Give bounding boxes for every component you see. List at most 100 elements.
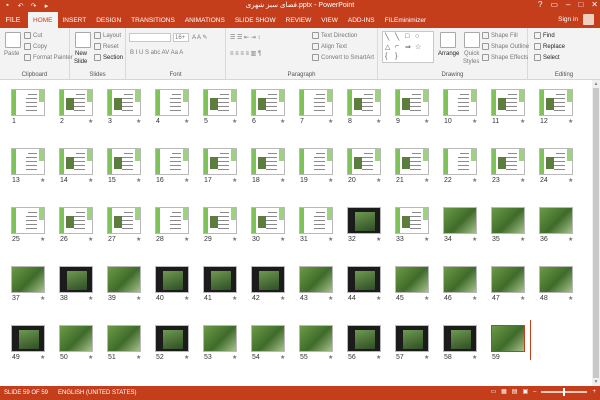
slide-thumbnail[interactable]: 15 ★ [107,148,147,192]
slide-thumbnail[interactable]: 4 ★ [155,89,195,133]
cut-button[interactable]: Cut [24,32,42,39]
slide-thumbnail[interactable]: 26 ★ [59,207,99,251]
shape-triangle-icon[interactable]: △ [385,43,390,51]
shape-oval-icon[interactable]: ○ [415,33,419,40]
format-painter-button[interactable]: Format Painter [24,54,73,61]
slide-thumbnail[interactable]: 59 [491,325,531,369]
text-direction-button[interactable]: Text Direction [312,32,357,39]
slide-thumbnail[interactable]: 6 ★ [251,89,291,133]
tab-home[interactable]: HOME [28,12,58,28]
slide-thumbnail[interactable]: 8 ★ [347,89,387,133]
align-text-button[interactable]: Align Text [312,43,347,50]
slide-thumbnail[interactable]: 2 ★ [59,89,99,133]
slide-thumbnail[interactable]: 35 ★ [491,207,531,251]
slide-thumbnail[interactable]: 48 ★ [539,266,579,310]
slide-thumbnail[interactable]: 20 ★ [347,148,387,192]
tab-animations[interactable]: ANIMATIONS [180,12,230,28]
shape-line-icon[interactable]: ╲ [385,33,389,41]
slide-thumbnail[interactable]: 54 ★ [251,325,291,369]
slide-thumbnail[interactable]: 1 [11,89,51,133]
vertical-scrollbar[interactable]: ▲ ▼ [592,80,600,386]
list-buttons[interactable]: ☰ ☰ ⇤ ⇥ ↕ [230,34,260,41]
shape-outline-button[interactable]: Shape Outline [482,43,529,50]
slide-thumbnail[interactable]: 42 ★ [251,266,291,310]
scroll-up-icon[interactable]: ▲ [593,81,599,87]
slide-thumbnail[interactable]: 16 ★ [155,148,195,192]
close-icon[interactable]: ✕ [591,0,598,9]
slide-thumbnail[interactable]: 51 ★ [107,325,147,369]
slide-thumbnail[interactable]: 46 ★ [443,266,483,310]
slide-thumbnail[interactable]: 36 ★ [539,207,579,251]
slide-thumbnail[interactable]: 39 ★ [107,266,147,310]
section-button[interactable]: Section [94,54,123,61]
slide-sorter-view-icon[interactable]: ▦ [501,388,507,395]
tab-fileminimizer[interactable]: FILEminimizer [380,12,432,28]
tab-add-ins[interactable]: ADD-INS [343,12,380,28]
slide-thumbnail[interactable]: 47 ★ [491,266,531,310]
slide-thumbnail[interactable]: 52 ★ [155,325,195,369]
slide-thumbnail[interactable]: 24 ★ [539,148,579,192]
avatar[interactable] [583,14,594,25]
slide-thumbnail[interactable]: 10 ★ [443,89,483,133]
slide-thumbnail[interactable]: 38 ★ [59,266,99,310]
reset-button[interactable]: Reset [94,43,119,50]
slide-thumbnail[interactable]: 34 ★ [443,207,483,251]
new-slide-icon[interactable] [75,32,91,48]
convert-smartart-button[interactable]: Convert to SmartArt [312,54,374,61]
tab-view[interactable]: VIEW [316,12,343,28]
slide-thumbnail[interactable]: 49 ★ [11,325,51,369]
slide-thumbnail[interactable]: 9 ★ [395,89,435,133]
find-button[interactable]: Find [534,32,555,39]
slide-thumbnail[interactable]: 3 ★ [107,89,147,133]
arrange-icon[interactable] [440,32,456,48]
new-slide-button-line2[interactable]: Slide [74,59,87,65]
slide-thumbnail[interactable]: 22 ★ [443,148,483,192]
align-buttons[interactable]: ≡ ≡ ≡ ≡ ▥ ¶ [230,50,261,57]
font-format-buttons[interactable]: B I U S abc AV Aa A [130,50,183,56]
slide-thumbnail[interactable]: 21 ★ [395,148,435,192]
shapes-gallery[interactable]: ╲ ╲ □ ○ △ ⌐ ⇒ ☆ { } [382,31,434,63]
font-grow-shrink[interactable]: A A ✎ [192,34,207,41]
shape-block-arrow-icon[interactable]: ⇒ [405,43,411,51]
maximize-icon[interactable]: □ [578,0,583,9]
slide-thumbnail[interactable]: 53 ★ [203,325,243,369]
slide-thumbnail[interactable]: 18 ★ [251,148,291,192]
arrange-button[interactable]: Arrange [438,51,459,57]
shape-star-icon[interactable]: ☆ [415,43,421,51]
reading-view-icon[interactable]: ▤ [512,388,518,395]
slide-thumbnail[interactable]: 25 ★ [11,207,51,251]
paste-icon[interactable] [5,32,21,48]
replace-button[interactable]: Replace [534,43,565,50]
slide-thumbnail[interactable]: 12 ★ [539,89,579,133]
slide-thumbnail[interactable]: 55 ★ [299,325,339,369]
quick-styles-button[interactable]: Quick [464,51,479,57]
tab-insert[interactable]: INSERT [58,12,92,28]
slide-thumbnail[interactable]: 19 ★ [299,148,339,192]
new-slide-button[interactable]: New [75,51,87,57]
slide-thumbnail[interactable]: 56 ★ [347,325,387,369]
slide-thumbnail[interactable]: 28 ★ [155,207,195,251]
slide-thumbnail[interactable]: 41 ★ [203,266,243,310]
slide-thumbnail[interactable]: 14 ★ [59,148,99,192]
tab-slide-show[interactable]: SLIDE SHOW [230,12,281,28]
quick-styles-icon[interactable] [464,32,480,48]
select-button[interactable]: Select [534,54,560,61]
shape-arrow-icon[interactable]: ╲ [395,33,399,41]
slide-thumbnail[interactable]: 13 ★ [11,148,51,192]
sign-in-link[interactable]: Sign in [558,16,578,23]
tab-file[interactable]: FILE [0,12,26,28]
slide-thumbnail[interactable]: 27 ★ [107,207,147,251]
tab-design[interactable]: DESIGN [91,12,126,28]
font-name-box[interactable] [129,33,171,42]
slide-thumbnail[interactable]: 43 ★ [299,266,339,310]
layout-button[interactable]: Layout [94,32,121,39]
scroll-down-icon[interactable]: ▼ [593,379,599,385]
slide-thumbnail[interactable]: 31 ★ [299,207,339,251]
shape-connector-icon[interactable]: ⌐ [395,43,399,50]
slide-thumbnail[interactable]: 58 ★ [443,325,483,369]
slide-thumbnail[interactable]: 33 ★ [395,207,435,251]
language-indicator[interactable]: ENGLISH (UNITED STATES) [58,390,136,396]
slide-thumbnail[interactable]: 57 ★ [395,325,435,369]
slideshow-view-icon[interactable]: ▣ [522,388,528,395]
zoom-in-icon[interactable]: + [592,389,596,395]
